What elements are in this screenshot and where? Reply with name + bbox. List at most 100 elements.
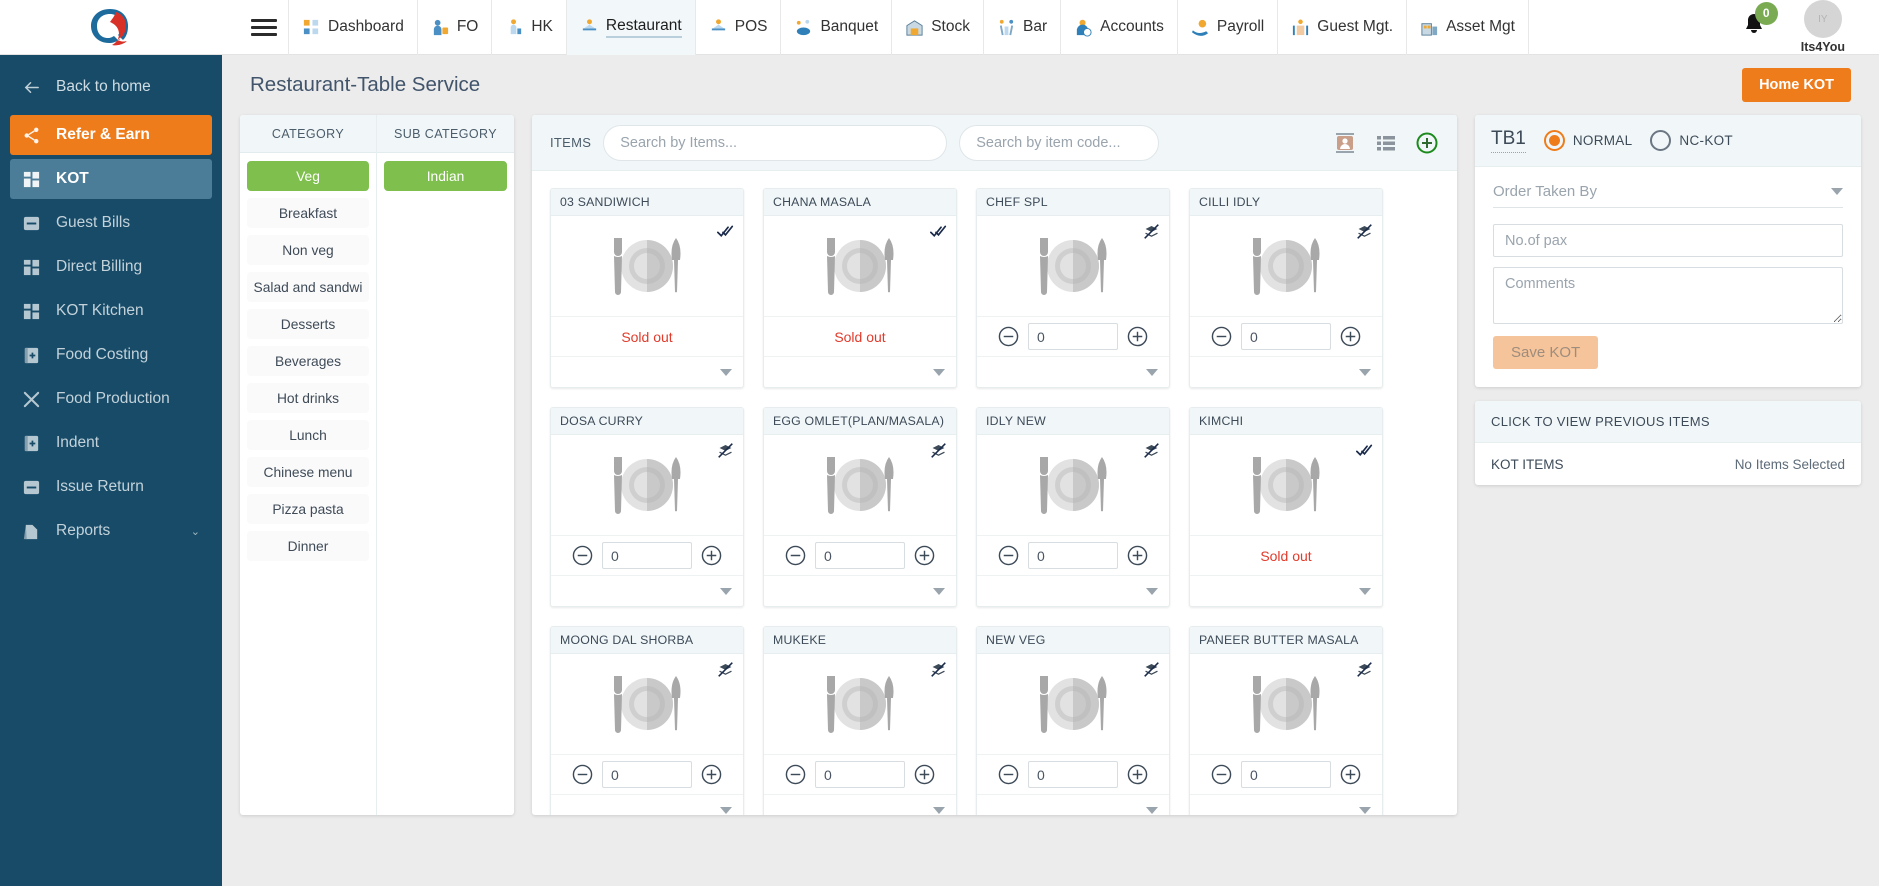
increment-button[interactable]: [701, 545, 722, 566]
sidebar-item-indent[interactable]: Indent: [10, 423, 212, 463]
quantity-input[interactable]: [815, 761, 905, 788]
no-of-pax-input[interactable]: [1493, 224, 1843, 257]
quantity-input[interactable]: [1028, 323, 1118, 350]
category-item-lunch[interactable]: Lunch: [247, 420, 369, 450]
item-expand-button[interactable]: [977, 356, 1169, 387]
item-expand-button[interactable]: [1190, 575, 1382, 606]
nav-item-bar[interactable]: Bar: [982, 0, 1060, 55]
decrement-button[interactable]: [998, 326, 1019, 347]
nav-item-asset-mgt[interactable]: Asset Mgt: [1406, 0, 1529, 55]
category-item-non-veg[interactable]: Non veg: [247, 235, 369, 265]
search-item-code-input[interactable]: [959, 124, 1160, 161]
decrement-button[interactable]: [1211, 326, 1232, 347]
subcategory-item-indian[interactable]: Indian: [384, 161, 507, 191]
layers-off-icon[interactable]: [1143, 223, 1160, 240]
decrement-button[interactable]: [572, 764, 593, 785]
category-item-dinner[interactable]: Dinner: [247, 531, 369, 561]
sidebar-item-food-costing[interactable]: Food Costing: [10, 335, 212, 375]
double-check-icon[interactable]: [717, 223, 734, 240]
app-logo[interactable]: [0, 0, 222, 55]
item-expand-button[interactable]: [551, 794, 743, 815]
item-expand-button[interactable]: [551, 356, 743, 387]
contact-card-icon[interactable]: [1333, 131, 1357, 155]
menu-toggle-button[interactable]: [240, 18, 288, 36]
item-card[interactable]: CHEF SPL: [976, 188, 1170, 388]
category-item-hot-drinks[interactable]: Hot drinks: [247, 383, 369, 413]
layers-off-icon[interactable]: [1356, 223, 1373, 240]
sidebar-item-kot-kitchen[interactable]: KOT Kitchen: [10, 291, 212, 331]
decrement-button[interactable]: [998, 545, 1019, 566]
table-name[interactable]: TB1: [1491, 128, 1526, 153]
decrement-button[interactable]: [1211, 764, 1232, 785]
category-item-desserts[interactable]: Desserts: [247, 309, 369, 339]
layers-off-icon[interactable]: [717, 442, 734, 459]
category-item-pizza-pasta[interactable]: Pizza pasta: [247, 494, 369, 524]
category-item-chinese-menu[interactable]: Chinese menu: [247, 457, 369, 487]
item-expand-button[interactable]: [551, 575, 743, 606]
item-card[interactable]: CHANA MASALA Sold out: [763, 188, 957, 388]
item-card[interactable]: MOONG DAL SHORBA: [550, 626, 744, 815]
increment-button[interactable]: [1127, 545, 1148, 566]
item-expand-button[interactable]: [1190, 356, 1382, 387]
increment-button[interactable]: [1127, 326, 1148, 347]
list-view-icon[interactable]: [1374, 131, 1398, 155]
increment-button[interactable]: [1340, 326, 1361, 347]
item-card[interactable]: EGG OMLET(PLAN/MASALA): [763, 407, 957, 607]
item-expand-button[interactable]: [764, 356, 956, 387]
nav-item-guest-mgt[interactable]: Guest Mgt.: [1277, 0, 1406, 55]
item-card[interactable]: 03 SANDIWICH Sold out: [550, 188, 744, 388]
sidebar-item-guest-bills[interactable]: Guest Bills: [10, 203, 212, 243]
increment-button[interactable]: [1127, 764, 1148, 785]
nav-item-pos[interactable]: POS: [694, 0, 781, 55]
item-card[interactable]: CILLI IDLY: [1189, 188, 1383, 388]
category-item-veg[interactable]: Veg: [247, 161, 369, 191]
nav-item-restaurant[interactable]: Restaurant: [565, 0, 695, 55]
search-items-input[interactable]: [603, 124, 948, 161]
item-card[interactable]: PANEER BUTTER MASALA: [1189, 626, 1383, 815]
quantity-input[interactable]: [1028, 542, 1118, 569]
item-card[interactable]: DOSA CURRY: [550, 407, 744, 607]
nav-item-dashboard[interactable]: Dashboard: [288, 0, 417, 55]
quantity-input[interactable]: [815, 542, 905, 569]
item-card[interactable]: IDLY NEW: [976, 407, 1170, 607]
sidebar-item-direct-billing[interactable]: Direct Billing: [10, 247, 212, 287]
sidebar-item-back-to-home[interactable]: Back to home: [10, 67, 212, 107]
user-menu[interactable]: IY Its4You: [1801, 0, 1845, 54]
nav-item-banquet[interactable]: Banquet: [780, 0, 891, 55]
layers-off-icon[interactable]: [930, 442, 947, 459]
kot-type-nc-kot[interactable]: NC-KOT: [1650, 130, 1733, 151]
save-kot-button[interactable]: Save KOT: [1493, 336, 1599, 369]
order-taken-by-select[interactable]: Order Taken By: [1493, 183, 1843, 208]
sidebar-item-issue-return[interactable]: Issue Return: [10, 467, 212, 507]
layers-off-icon[interactable]: [1356, 661, 1373, 678]
decrement-button[interactable]: [998, 764, 1019, 785]
item-card[interactable]: NEW VEG: [976, 626, 1170, 815]
category-item-beverages[interactable]: Beverages: [247, 346, 369, 376]
layers-off-icon[interactable]: [717, 661, 734, 678]
category-item-breakfast[interactable]: Breakfast: [247, 198, 369, 228]
quantity-input[interactable]: [602, 542, 692, 569]
item-expand-button[interactable]: [977, 575, 1169, 606]
layers-off-icon[interactable]: [930, 661, 947, 678]
category-item-salad-and-sandwich[interactable]: Salad and sandwi: [247, 272, 369, 302]
nav-item-fo[interactable]: FO: [416, 0, 492, 55]
sidebar-item-kot[interactable]: KOT: [10, 159, 212, 199]
item-expand-button[interactable]: [977, 794, 1169, 815]
item-expand-button[interactable]: [764, 575, 956, 606]
decrement-button[interactable]: [785, 764, 806, 785]
decrement-button[interactable]: [785, 545, 806, 566]
item-expand-button[interactable]: [764, 794, 956, 815]
add-circle-icon[interactable]: [1415, 131, 1439, 155]
quantity-input[interactable]: [1241, 761, 1331, 788]
layers-off-icon[interactable]: [1143, 661, 1160, 678]
nav-item-stock[interactable]: Stock: [891, 0, 983, 55]
comments-textarea[interactable]: [1493, 267, 1843, 324]
nav-item-payroll[interactable]: Payroll: [1176, 0, 1277, 55]
quantity-input[interactable]: [1028, 761, 1118, 788]
quantity-input[interactable]: [602, 761, 692, 788]
sidebar-item-food-production[interactable]: Food Production: [10, 379, 212, 419]
view-previous-items-button[interactable]: CLICK TO VIEW PREVIOUS ITEMS: [1475, 401, 1861, 443]
increment-button[interactable]: [1340, 764, 1361, 785]
item-card[interactable]: MUKEKE: [763, 626, 957, 815]
item-expand-button[interactable]: [1190, 794, 1382, 815]
